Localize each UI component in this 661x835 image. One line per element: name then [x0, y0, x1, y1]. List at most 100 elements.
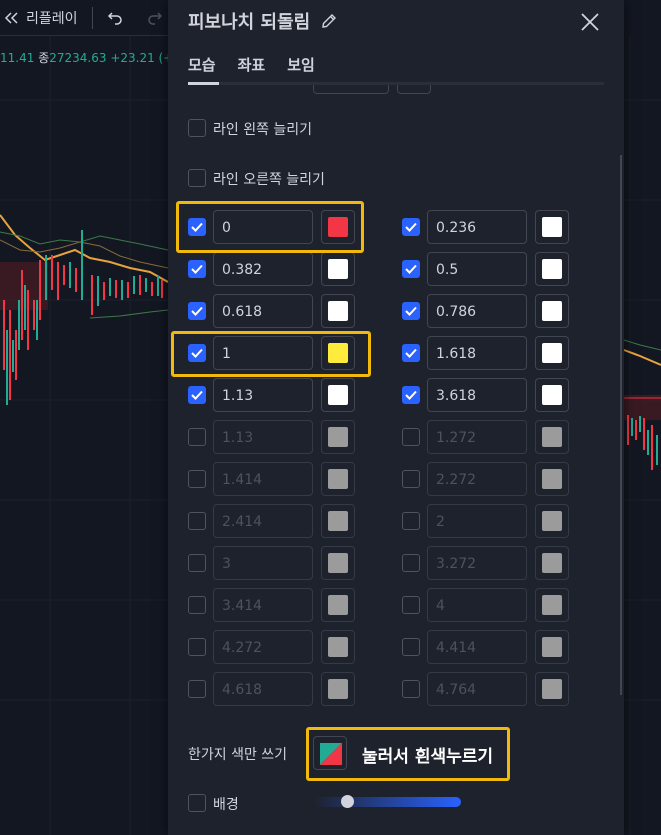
level-value-input[interactable]: 0.236: [427, 210, 527, 244]
level-color-swatch[interactable]: [535, 336, 569, 370]
level-checkbox[interactable]: [188, 638, 206, 656]
swatch-color-fill: [328, 343, 348, 363]
level-checkbox[interactable]: [402, 260, 420, 278]
level-value-input[interactable]: 1.272: [427, 420, 527, 454]
pencil-icon[interactable]: [320, 12, 338, 30]
level-checkbox[interactable]: [188, 386, 206, 404]
background-opacity-slider[interactable]: [313, 797, 461, 807]
level-checkbox[interactable]: [402, 596, 420, 614]
level-checkbox[interactable]: [402, 218, 420, 236]
level-value-input[interactable]: 1: [213, 336, 313, 370]
one-color-swatch[interactable]: [313, 736, 347, 770]
tab-visibility[interactable]: 보임: [287, 54, 315, 75]
redo-button[interactable]: [143, 0, 167, 36]
level-value-input[interactable]: 0.786: [427, 294, 527, 328]
level-checkbox[interactable]: [188, 260, 206, 278]
level-value-input[interactable]: 3.272: [427, 546, 527, 580]
level-color-swatch[interactable]: [321, 336, 355, 370]
level-checkbox[interactable]: [188, 302, 206, 320]
level-value-input[interactable]: 0.382: [213, 252, 313, 286]
level-checkbox[interactable]: [402, 680, 420, 698]
swatch-color-fill: [328, 679, 348, 699]
level-checkbox[interactable]: [402, 344, 420, 362]
level-color-swatch[interactable]: [535, 210, 569, 244]
level-color-swatch[interactable]: [535, 504, 569, 538]
scrollbar[interactable]: [620, 155, 622, 695]
fib-retracement-settings-dialog: 피보나치 되돌림 모습 좌표 보임 라인 왼쪽 늘리기 라인 오른쪽 늘리기 0…: [168, 0, 624, 835]
level-color-swatch[interactable]: [321, 294, 355, 328]
level-checkbox[interactable]: [188, 554, 206, 572]
level-color-swatch[interactable]: [535, 588, 569, 622]
swatch-color-fill: [542, 427, 562, 447]
level-color-swatch[interactable]: [535, 294, 569, 328]
level-color-swatch[interactable]: [321, 504, 355, 538]
level-value-input[interactable]: 4.618: [213, 672, 313, 706]
level-value-input[interactable]: 1.414: [213, 462, 313, 496]
level-value-input[interactable]: 0: [213, 210, 313, 244]
close-icon[interactable]: [578, 10, 602, 34]
checkmark-icon: [191, 348, 203, 358]
level-color-swatch[interactable]: [321, 252, 355, 286]
level-color-swatch[interactable]: [535, 252, 569, 286]
level-checkbox[interactable]: [402, 470, 420, 488]
screen: 리플레이 11.41 종27234.63 +23.21 (+0 피보나치 되돌림…: [0, 0, 661, 835]
level-checkbox[interactable]: [402, 512, 420, 530]
background-label: 배경: [213, 797, 239, 813]
level-value-input[interactable]: 0.618: [213, 294, 313, 328]
level-checkbox[interactable]: [402, 302, 420, 320]
level-value-input[interactable]: 2.414: [213, 504, 313, 538]
level-color-swatch[interactable]: [321, 546, 355, 580]
level-value-input[interactable]: 1.13: [213, 378, 313, 412]
level-checkbox[interactable]: [188, 512, 206, 530]
level-color-swatch[interactable]: [535, 546, 569, 580]
level-value-input[interactable]: 3.618: [427, 378, 527, 412]
background-checkbox[interactable]: [188, 794, 206, 812]
swatch-color-fill: [542, 553, 562, 573]
level-value-input[interactable]: 3: [213, 546, 313, 580]
level-value-input[interactable]: 2.272: [427, 462, 527, 496]
level-value-input[interactable]: 2: [427, 504, 527, 538]
level-checkbox[interactable]: [188, 680, 206, 698]
level-value-input[interactable]: 1.13: [213, 420, 313, 454]
level-value-input[interactable]: 1.618: [427, 336, 527, 370]
level-value-input[interactable]: 4.764: [427, 672, 527, 706]
extend-right-checkbox[interactable]: [188, 169, 206, 187]
level-color-swatch[interactable]: [321, 462, 355, 496]
level-checkbox[interactable]: [188, 596, 206, 614]
level-color-swatch[interactable]: [535, 672, 569, 706]
tab-coordinates[interactable]: 좌표: [238, 54, 266, 75]
level-color-swatch[interactable]: [321, 210, 355, 244]
level-color-swatch[interactable]: [321, 630, 355, 664]
level-checkbox[interactable]: [402, 638, 420, 656]
level-value-input[interactable]: 4: [427, 588, 527, 622]
opacity-slider-thumb[interactable]: [341, 795, 354, 808]
undo-button[interactable]: [103, 0, 127, 36]
swatch-color-fill: [328, 217, 348, 237]
level-color-swatch[interactable]: [535, 420, 569, 454]
level-checkbox[interactable]: [402, 386, 420, 404]
top-toolbar: 리플레이: [0, 0, 168, 36]
level-checkbox[interactable]: [188, 428, 206, 446]
level-value-input[interactable]: 3.414: [213, 588, 313, 622]
tab-style[interactable]: 모습: [188, 54, 216, 75]
level-checkbox[interactable]: [188, 218, 206, 236]
extend-left-checkbox[interactable]: [188, 119, 206, 137]
level-checkbox[interactable]: [402, 554, 420, 572]
level-color-swatch[interactable]: [321, 672, 355, 706]
level-value-input[interactable]: 4.272: [213, 630, 313, 664]
level-checkbox[interactable]: [188, 470, 206, 488]
level-value-input[interactable]: 0.5: [427, 252, 527, 286]
level-color-swatch[interactable]: [321, 378, 355, 412]
level-checkbox[interactable]: [402, 428, 420, 446]
level-color-swatch[interactable]: [535, 462, 569, 496]
level-color-swatch[interactable]: [535, 630, 569, 664]
level-color-swatch[interactable]: [321, 588, 355, 622]
level-value-input[interactable]: 4.414: [427, 630, 527, 664]
level-color-swatch[interactable]: [321, 420, 355, 454]
tab-bar: 모습 좌표 보임: [188, 54, 315, 75]
level-color-swatch[interactable]: [535, 378, 569, 412]
ticker-close: 27234.63: [49, 51, 107, 65]
level-checkbox[interactable]: [188, 344, 206, 362]
replay-button[interactable]: 리플레이: [0, 0, 82, 36]
swatch-color-fill: [328, 259, 348, 279]
